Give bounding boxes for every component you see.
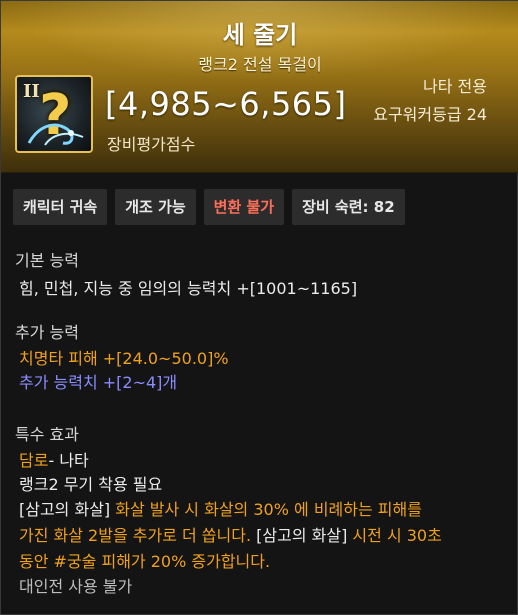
class-restriction: 나타 전용	[423, 77, 487, 96]
item-tooltip: 세 줄기 랭크2 전설 목걸이 II ? [4,985~6,565] 장비평가점…	[0, 0, 518, 615]
tag-proficiency: 장비 숙련: 82	[292, 189, 405, 225]
tag-row: 캐릭터 귀속 개조 가능 변환 불가 장비 숙련: 82	[13, 189, 405, 225]
pvp-restriction: 대인전 사용 불가	[19, 577, 133, 596]
skill-desc-1: 화살 발사 시 화살의 30% 에 비례하는 피해를	[110, 500, 422, 519]
tooltip-header: 세 줄기 랭크2 전설 목걸이 II ? [4,985~6,565] 장비평가점…	[1, 1, 518, 173]
basic-stats-title: 기본 능력	[15, 251, 79, 270]
basic-stat-line: 힘, 민첩, 지능 중 임의의 능력치 +[1001~1165]	[19, 279, 358, 298]
special-effects-section: 특수 효과 담로- 나타 랭크2 무기 착용 필요 [삼고의 화살] 화살 발사…	[15, 421, 505, 599]
skill-desc-5: #궁술 피해가 20% 증가합니다.	[48, 552, 271, 571]
skill-tag-2: [삼고의 화살]	[251, 526, 348, 545]
tag-not-convertible: 변환 불가	[203, 189, 285, 225]
rank-badge: II	[23, 81, 40, 102]
special-effects-title: 특수 효과	[15, 425, 79, 444]
tag-character-bound: 캐릭터 귀속	[13, 189, 108, 225]
required-level: 요구워커등급 24	[373, 105, 487, 124]
skill-tag: [삼고의 화살]	[19, 500, 111, 519]
basic-stats-section: 기본 능력 힘, 민첩, 지능 중 임의의 능력치 +[1001~1165]	[15, 247, 357, 301]
swirl-ornament-icon	[27, 123, 84, 146]
damro-suffix: - 나타	[48, 451, 89, 470]
item-subtitle: 랭크2 전설 목걸이	[198, 55, 322, 74]
crit-damage-value: +[24.0~50.0]%	[97, 349, 229, 368]
item-name: 세 줄기	[222, 21, 298, 49]
damro-label: 담로	[19, 451, 49, 470]
additional-stats-section: 추가 능력 치명타 피해 +[24.0~50.0]% 추가 능력치 +[2~4]…	[15, 319, 229, 395]
crit-damage-line: 치명타 피해 +[24.0~50.0]%	[15, 347, 229, 371]
skill-desc-4: 동안	[19, 552, 49, 571]
damro-line: 담로- 나타	[15, 449, 505, 473]
rank-requirement: 랭크2 무기 착용 필요	[19, 475, 163, 494]
skill-description: [삼고의 화살] 화살 발사 시 화살의 30% 에 비례하는 피해를 가진 화…	[15, 497, 505, 575]
extra-stat-line: 추가 능력치 +[2~4]개	[19, 373, 178, 392]
tag-modifiable: 개조 가능	[115, 189, 196, 225]
additional-stats-title: 추가 능력	[15, 323, 79, 342]
crit-damage-label: 치명타 피해	[19, 349, 98, 368]
skill-desc-3: 시전 시 30초	[347, 526, 442, 545]
score-range: [4,985~6,565]	[105, 85, 347, 123]
score-label: 장비평가점수	[107, 135, 196, 154]
necklace-item-icon: II ?	[15, 75, 93, 153]
skill-desc-2: 가진 화살 2발을 추가로 더 쏩니다.	[19, 526, 252, 545]
